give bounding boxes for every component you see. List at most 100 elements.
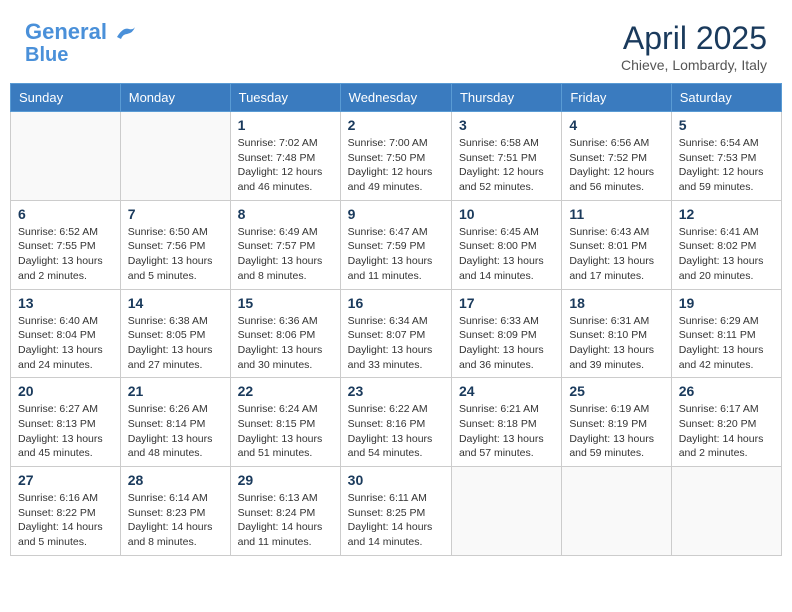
day-number: 17	[459, 295, 554, 311]
calendar-cell: 7 Sunrise: 6:50 AMSunset: 7:56 PMDaylight…	[120, 200, 230, 289]
calendar-week-row: 6 Sunrise: 6:52 AMSunset: 7:55 PMDaylight…	[11, 200, 782, 289]
day-info: Sunrise: 6:45 AMSunset: 8:00 PMDaylight:…	[459, 225, 554, 284]
calendar-cell: 21 Sunrise: 6:26 AMSunset: 8:14 PMDayligh…	[120, 378, 230, 467]
calendar-cell: 18 Sunrise: 6:31 AMSunset: 8:10 PMDayligh…	[562, 289, 671, 378]
day-number: 10	[459, 206, 554, 222]
day-number: 7	[128, 206, 223, 222]
day-info: Sunrise: 6:17 AMSunset: 8:20 PMDaylight:…	[679, 402, 774, 461]
day-info: Sunrise: 6:31 AMSunset: 8:10 PMDaylight:…	[569, 314, 663, 373]
weekday-header-friday: Friday	[562, 84, 671, 112]
day-info: Sunrise: 6:54 AMSunset: 7:53 PMDaylight:…	[679, 136, 774, 195]
day-info: Sunrise: 6:36 AMSunset: 8:06 PMDaylight:…	[238, 314, 333, 373]
day-info: Sunrise: 6:40 AMSunset: 8:04 PMDaylight:…	[18, 314, 113, 373]
day-number: 26	[679, 383, 774, 399]
day-number: 29	[238, 472, 333, 488]
day-number: 21	[128, 383, 223, 399]
day-info: Sunrise: 6:26 AMSunset: 8:14 PMDaylight:…	[128, 402, 223, 461]
day-number: 6	[18, 206, 113, 222]
day-number: 8	[238, 206, 333, 222]
day-number: 18	[569, 295, 663, 311]
calendar-cell: 4 Sunrise: 6:56 AMSunset: 7:52 PMDaylight…	[562, 112, 671, 201]
day-number: 5	[679, 117, 774, 133]
day-info: Sunrise: 6:27 AMSunset: 8:13 PMDaylight:…	[18, 402, 113, 461]
day-info: Sunrise: 7:00 AMSunset: 7:50 PMDaylight:…	[348, 136, 444, 195]
calendar-cell: 1Sunrise: 7:02 AMSunset: 7:48 PMDaylight…	[230, 112, 340, 201]
calendar-week-row: 1Sunrise: 7:02 AMSunset: 7:48 PMDaylight…	[11, 112, 782, 201]
location: Chieve, Lombardy, Italy	[621, 57, 767, 73]
calendar-cell: 14 Sunrise: 6:38 AMSunset: 8:05 PMDayligh…	[120, 289, 230, 378]
calendar-cell: 15 Sunrise: 6:36 AMSunset: 8:06 PMDayligh…	[230, 289, 340, 378]
day-number: 24	[459, 383, 554, 399]
day-number: 11	[569, 206, 663, 222]
day-number: 30	[348, 472, 444, 488]
day-info: Sunrise: 6:38 AMSunset: 8:05 PMDaylight:…	[128, 314, 223, 373]
calendar-table: SundayMondayTuesdayWednesdayThursdayFrid…	[10, 83, 782, 556]
calendar-cell: 19Sunrise: 6:29 AMSunset: 8:11 PMDayligh…	[671, 289, 781, 378]
day-number: 2	[348, 117, 444, 133]
day-info: Sunrise: 6:47 AMSunset: 7:59 PMDaylight:…	[348, 225, 444, 284]
day-info: Sunrise: 6:11 AMSunset: 8:25 PMDaylight:…	[348, 491, 444, 550]
day-info: Sunrise: 6:16 AMSunset: 8:22 PMDaylight:…	[18, 491, 113, 550]
calendar-cell: 23Sunrise: 6:22 AMSunset: 8:16 PMDayligh…	[340, 378, 451, 467]
weekday-header-monday: Monday	[120, 84, 230, 112]
day-number: 14	[128, 295, 223, 311]
day-number: 12	[679, 206, 774, 222]
day-info: Sunrise: 6:50 AMSunset: 7:56 PMDaylight:…	[128, 225, 223, 284]
day-number: 27	[18, 472, 113, 488]
title-block: April 2025 Chieve, Lombardy, Italy	[621, 20, 767, 73]
day-number: 3	[459, 117, 554, 133]
calendar-cell: 12 Sunrise: 6:41 AMSunset: 8:02 PMDayligh…	[671, 200, 781, 289]
calendar-cell: 16 Sunrise: 6:34 AMSunset: 8:07 PMDayligh…	[340, 289, 451, 378]
day-info: Sunrise: 6:34 AMSunset: 8:07 PMDaylight:…	[348, 314, 444, 373]
day-number: 20	[18, 383, 113, 399]
day-info: Sunrise: 6:19 AMSunset: 8:19 PMDaylight:…	[569, 402, 663, 461]
calendar-cell	[562, 467, 671, 556]
calendar-cell: 30 Sunrise: 6:11 AMSunset: 8:25 PMDayligh…	[340, 467, 451, 556]
calendar-cell: 22 Sunrise: 6:24 AMSunset: 8:15 PMDayligh…	[230, 378, 340, 467]
day-info: Sunrise: 6:21 AMSunset: 8:18 PMDaylight:…	[459, 402, 554, 461]
day-info: Sunrise: 6:29 AMSunset: 8:11 PMDaylight:…	[679, 314, 774, 373]
day-number: 25	[569, 383, 663, 399]
day-info: Sunrise: 6:52 AMSunset: 7:55 PMDaylight:…	[18, 225, 113, 284]
weekday-header-thursday: Thursday	[451, 84, 561, 112]
calendar-cell: 3 Sunrise: 6:58 AMSunset: 7:51 PMDaylight…	[451, 112, 561, 201]
weekday-header-tuesday: Tuesday	[230, 84, 340, 112]
day-number: 13	[18, 295, 113, 311]
day-number: 4	[569, 117, 663, 133]
day-number: 22	[238, 383, 333, 399]
calendar-week-row: 27 Sunrise: 6:16 AMSunset: 8:22 PMDayligh…	[11, 467, 782, 556]
logo-blue: Blue	[25, 44, 68, 66]
calendar-cell	[451, 467, 561, 556]
calendar-cell: 26 Sunrise: 6:17 AMSunset: 8:20 PMDayligh…	[671, 378, 781, 467]
calendar-cell: 6 Sunrise: 6:52 AMSunset: 7:55 PMDaylight…	[11, 200, 121, 289]
calendar-cell: 11Sunrise: 6:43 AMSunset: 8:01 PMDayligh…	[562, 200, 671, 289]
calendar-cell: 27 Sunrise: 6:16 AMSunset: 8:22 PMDayligh…	[11, 467, 121, 556]
day-number: 9	[348, 206, 444, 222]
calendar-cell: 17 Sunrise: 6:33 AMSunset: 8:09 PMDayligh…	[451, 289, 561, 378]
day-info: Sunrise: 6:24 AMSunset: 8:15 PMDaylight:…	[238, 402, 333, 461]
calendar-cell	[671, 467, 781, 556]
day-info: Sunrise: 6:58 AMSunset: 7:51 PMDaylight:…	[459, 136, 554, 195]
calendar-cell	[120, 112, 230, 201]
calendar-cell: 5 Sunrise: 6:54 AMSunset: 7:53 PMDaylight…	[671, 112, 781, 201]
day-number: 15	[238, 295, 333, 311]
calendar-cell: 13 Sunrise: 6:40 AMSunset: 8:04 PMDayligh…	[11, 289, 121, 378]
weekday-header-saturday: Saturday	[671, 84, 781, 112]
day-info: Sunrise: 6:41 AMSunset: 8:02 PMDaylight:…	[679, 225, 774, 284]
day-info: Sunrise: 6:56 AMSunset: 7:52 PMDaylight:…	[569, 136, 663, 195]
logo-text: General	[25, 20, 137, 44]
calendar-header-row: SundayMondayTuesdayWednesdayThursdayFrid…	[11, 84, 782, 112]
calendar-week-row: 13 Sunrise: 6:40 AMSunset: 8:04 PMDayligh…	[11, 289, 782, 378]
month-title: April 2025	[621, 20, 767, 57]
calendar-cell: 24 Sunrise: 6:21 AMSunset: 8:18 PMDayligh…	[451, 378, 561, 467]
calendar-week-row: 20 Sunrise: 6:27 AMSunset: 8:13 PMDayligh…	[11, 378, 782, 467]
calendar-cell: 29Sunrise: 6:13 AMSunset: 8:24 PMDayligh…	[230, 467, 340, 556]
day-info: Sunrise: 6:49 AMSunset: 7:57 PMDaylight:…	[238, 225, 333, 284]
day-number: 16	[348, 295, 444, 311]
day-info: Sunrise: 6:33 AMSunset: 8:09 PMDaylight:…	[459, 314, 554, 373]
calendar-cell: 28Sunrise: 6:14 AMSunset: 8:23 PMDayligh…	[120, 467, 230, 556]
day-info: Sunrise: 6:22 AMSunset: 8:16 PMDaylight:…	[348, 402, 444, 461]
weekday-header-sunday: Sunday	[11, 84, 121, 112]
logo-bird-icon	[115, 25, 137, 41]
logo: General Blue	[25, 20, 137, 66]
